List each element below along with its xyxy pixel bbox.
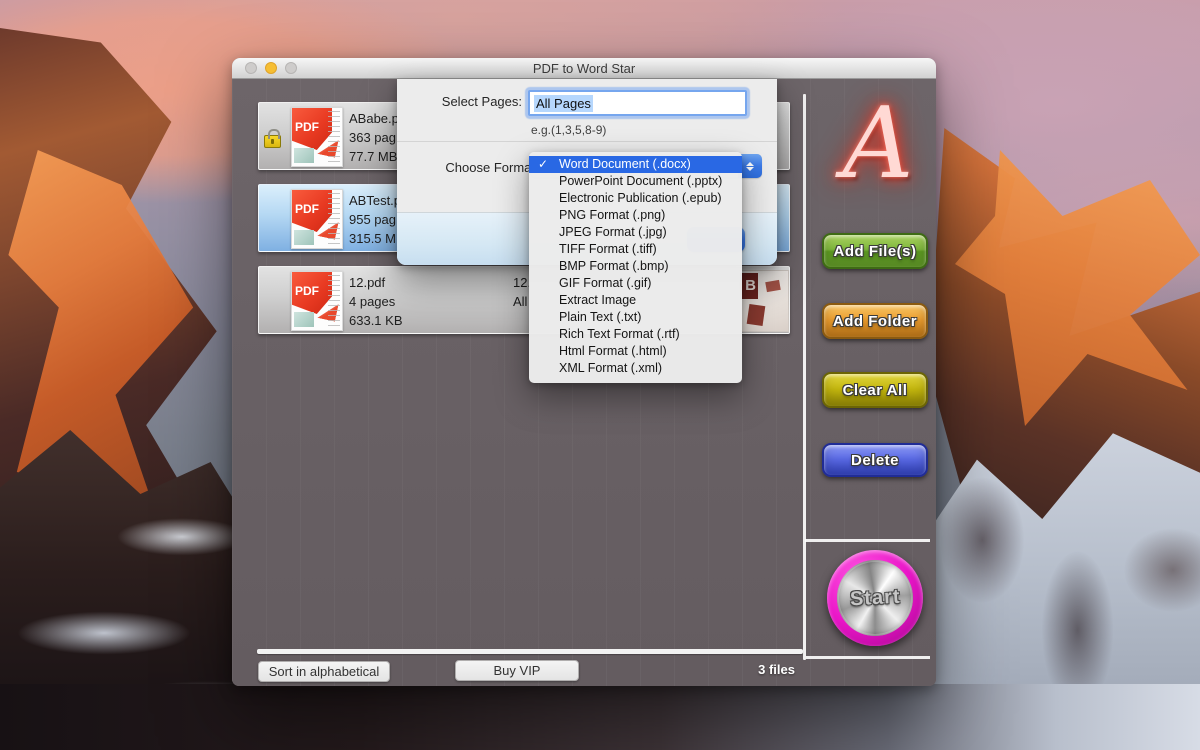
titlebar[interactable]: PDF to Word Star <box>232 58 936 79</box>
select-pages-label: Select Pages: <box>397 94 522 109</box>
files-count-label: 3 files <box>655 662 795 677</box>
menu-item-gif[interactable]: GIF Format (.gif) <box>529 275 742 292</box>
footer-divider-right <box>806 656 930 659</box>
start-area-divider <box>805 539 930 542</box>
select-pages-input[interactable]: All Pages <box>528 90 747 116</box>
menu-item-png[interactable]: PNG Format (.png) <box>529 207 742 224</box>
window-title: PDF to Word Star <box>232 61 936 76</box>
pdf-file-icon: PDF <box>291 189 343 249</box>
zoom-button[interactable] <box>285 62 297 74</box>
delete-button[interactable]: Delete <box>822 443 928 477</box>
pdf-file-icon: PDF <box>291 107 343 167</box>
file-name: ABabe.p <box>349 109 399 128</box>
desktop: PDF to Word Star PDF ABabe.p 363 pag 77.… <box>0 0 1200 750</box>
start-button-label: Start <box>849 585 901 611</box>
file-size: 77.7 MB <box>349 147 399 166</box>
start-button[interactable]: Start <box>827 550 923 646</box>
menu-item-epub[interactable]: Electronic Publication (.epub) <box>529 190 742 207</box>
menu-item-txt[interactable]: Plain Text (.txt) <box>529 309 742 326</box>
close-button[interactable] <box>245 62 257 74</box>
pages-hint: e.g.(1,3,5,8-9) <box>531 123 606 137</box>
menu-item-jpg[interactable]: JPEG Format (.jpg) <box>529 224 742 241</box>
lock-icon <box>264 135 281 148</box>
file-info: 12.pdf 4 pages 633.1 KB <box>349 273 403 330</box>
menu-item-rtf[interactable]: Rich Text Format (.rtf) <box>529 326 742 343</box>
menu-item-xml[interactable]: XML Format (.xml) <box>529 360 742 377</box>
menu-item-bmp[interactable]: BMP Format (.bmp) <box>529 258 742 275</box>
buy-vip-button[interactable]: Buy VIP <box>455 660 579 681</box>
format-dropdown-menu: ✓ Word Document (.docx) PowerPoint Docum… <box>529 152 742 383</box>
file-name: 12.pdf <box>349 273 403 292</box>
file-pages: 4 pages <box>349 292 403 311</box>
traffic-lights <box>245 62 297 74</box>
file-pages: 363 pag <box>349 128 399 147</box>
pdf-file-icon: PDF <box>291 271 343 331</box>
menu-item-extract-image[interactable]: Extract Image <box>529 292 742 309</box>
file-size: 633.1 KB <box>349 311 403 330</box>
app-logo: A <box>820 84 936 214</box>
file-info: ABabe.p 363 pag 77.7 MB <box>349 109 399 166</box>
app-window: PDF to Word Star PDF ABabe.p 363 pag 77.… <box>232 58 936 686</box>
selected-text: All Pages <box>534 95 593 112</box>
clear-all-button[interactable]: Clear All <box>822 372 928 408</box>
sort-alphabetical-button[interactable]: Sort in alphabetical <box>258 661 390 682</box>
menu-item-docx[interactable]: ✓ Word Document (.docx) <box>529 156 742 173</box>
wallpaper-bottom-strip <box>0 684 1200 750</box>
vertical-divider <box>803 94 806 660</box>
choose-format-label: Choose Format <box>397 160 535 175</box>
menu-item-pptx[interactable]: PowerPoint Document (.pptx) <box>529 173 742 190</box>
minimize-button[interactable] <box>265 62 277 74</box>
menu-item-html[interactable]: Html Format (.html) <box>529 343 742 360</box>
start-button-face: Start <box>837 560 913 636</box>
add-folder-button[interactable]: Add Folder <box>822 303 928 339</box>
preview-thumbnail: B <box>739 270 789 332</box>
sheet-separator <box>397 141 777 142</box>
footer-divider-left <box>257 649 803 654</box>
menu-item-tiff[interactable]: TIFF Format (.tiff) <box>529 241 742 258</box>
add-files-button[interactable]: Add File(s) <box>822 233 928 269</box>
checkmark-icon: ✓ <box>538 156 548 173</box>
